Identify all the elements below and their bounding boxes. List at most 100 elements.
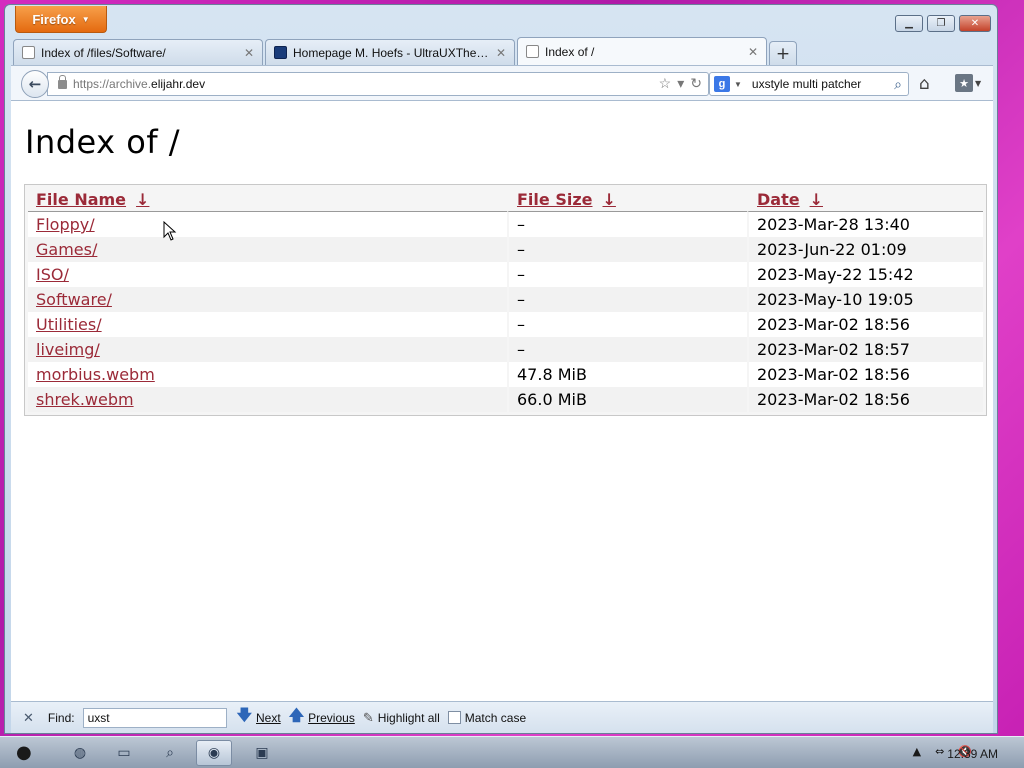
page-icon bbox=[526, 45, 539, 58]
file-size-cell: – bbox=[507, 237, 747, 262]
file-date-cell: 2023-Jun-22 01:09 bbox=[747, 237, 983, 262]
file-link[interactable]: Games/ bbox=[36, 240, 97, 259]
sort-arrow-icon[interactable]: ↓ bbox=[810, 190, 823, 209]
file-size-cell: – bbox=[507, 262, 747, 287]
search-input[interactable]: uxstyle multi patcher bbox=[746, 77, 890, 91]
tab-strip: Index of /files/Software/ ✕ Homepage M. … bbox=[13, 37, 797, 65]
tab-homepage-hoefs[interactable]: Homepage M. Hoefs - UltraUXTheme... ✕ bbox=[265, 39, 515, 65]
search-icon[interactable]: ⌕ bbox=[894, 76, 908, 93]
start-menu-apple-icon[interactable]: ● bbox=[16, 742, 32, 763]
back-button[interactable]: ← bbox=[21, 70, 49, 98]
page-content: Index of / File Name ↓ File Size ↓ Date ↓ F… bbox=[11, 101, 993, 701]
column-header-file-size[interactable]: File Size ↓ bbox=[507, 187, 747, 212]
file-date-cell: 2023-Mar-02 18:56 bbox=[747, 362, 983, 387]
table-header-row: File Name ↓ File Size ↓ Date ↓ bbox=[28, 187, 983, 212]
file-size-cell: 47.8 MiB bbox=[507, 362, 747, 387]
file-name-cell: morbius.webm bbox=[28, 362, 507, 387]
bookmarks-button[interactable]: ★ ▼ bbox=[955, 74, 981, 92]
file-name-cell: shrek.webm bbox=[28, 387, 507, 412]
sort-by-date-link[interactable]: Date bbox=[757, 190, 800, 209]
table-row: ISO/ – 2023-May-22 15:42 bbox=[28, 262, 983, 287]
network-icon[interactable]: ⇔ bbox=[935, 745, 944, 758]
table-row: shrek.webm 66.0 MiB 2023-Mar-02 18:56 bbox=[28, 387, 983, 412]
close-tab-icon[interactable]: ✕ bbox=[748, 45, 758, 59]
file-link[interactable]: liveimg/ bbox=[36, 340, 100, 359]
arrow-down-icon: 🡇 bbox=[236, 707, 253, 724]
file-name-cell: Software/ bbox=[28, 287, 507, 312]
table-row: morbius.webm 47.8 MiB 2023-Mar-02 18:56 bbox=[28, 362, 983, 387]
tab-index-software[interactable]: Index of /files/Software/ ✕ bbox=[13, 39, 263, 65]
sort-arrow-icon[interactable]: ↓ bbox=[136, 190, 149, 209]
taskbar-folder-icon[interactable]: ▭ bbox=[106, 740, 142, 766]
tray-expand-icon[interactable]: ▲ bbox=[913, 745, 921, 758]
match-case-checkbox[interactable] bbox=[447, 711, 461, 724]
file-link[interactable]: Software/ bbox=[36, 290, 112, 309]
firefox-menu-button[interactable]: Firefox ▼ bbox=[15, 6, 107, 33]
maximize-button[interactable]: ❐ bbox=[927, 15, 955, 32]
close-window-button[interactable]: ✕ bbox=[959, 15, 991, 32]
file-size-cell: 66.0 MiB bbox=[507, 387, 747, 412]
navigation-toolbar: https://archive.elijahr.dev ☆ ▾ ↻ ← g ▼ … bbox=[11, 65, 993, 101]
reload-icon[interactable]: ↻ bbox=[690, 75, 702, 92]
file-date-cell: 2023-Mar-28 13:40 bbox=[747, 212, 983, 237]
find-bar: ✕ Find: 🡇 Next 🡅 Previous ✎ Highlight al… bbox=[11, 701, 993, 733]
sort-by-size-link[interactable]: File Size bbox=[517, 190, 593, 209]
find-previous-button[interactable]: 🡅 Previous bbox=[289, 705, 355, 730]
tab-index-root[interactable]: Index of / ✕ bbox=[517, 37, 767, 65]
file-size-cell: – bbox=[507, 312, 747, 337]
lock-icon bbox=[58, 74, 67, 89]
close-tab-icon[interactable]: ✕ bbox=[244, 46, 254, 60]
highlight-all-button[interactable]: ✎ Highlight all bbox=[363, 710, 440, 726]
taskbar-globe-icon[interactable]: ◍ bbox=[62, 740, 98, 766]
home-icon[interactable]: ⌂ bbox=[919, 74, 930, 94]
file-name-cell: Floppy/ bbox=[28, 212, 507, 237]
file-date-cell: 2023-Mar-02 18:56 bbox=[747, 387, 983, 412]
page-title: Index of / bbox=[25, 123, 181, 161]
column-header-file-name[interactable]: File Name ↓ bbox=[28, 187, 507, 212]
page-icon bbox=[22, 46, 35, 59]
taskbar: ● ◍ ▭ ⌕ ◉ ▣ ▲ ⇔ 🔇 12:39 AM bbox=[0, 736, 1024, 768]
site-favicon-icon bbox=[274, 46, 287, 59]
file-link[interactable]: shrek.webm bbox=[36, 390, 134, 409]
column-header-date[interactable]: Date ↓ bbox=[747, 187, 983, 212]
match-case-option[interactable]: Match case bbox=[447, 711, 526, 725]
sort-arrow-icon[interactable]: ↓ bbox=[603, 190, 616, 209]
file-link[interactable]: Floppy/ bbox=[36, 215, 95, 234]
file-name-cell: Utilities/ bbox=[28, 312, 507, 337]
bookmarks-icon: ★ bbox=[955, 74, 973, 92]
search-bar[interactable]: g ▼ uxstyle multi patcher ⌕ bbox=[709, 72, 909, 96]
history-dropdown-icon[interactable]: ▾ bbox=[677, 75, 684, 92]
file-size-cell: – bbox=[507, 212, 747, 237]
url-prefix: https://archive. bbox=[73, 77, 152, 91]
table-row: Software/ – 2023-May-10 19:05 bbox=[28, 287, 983, 312]
file-date-cell: 2023-May-22 15:42 bbox=[747, 262, 983, 287]
file-name-cell: ISO/ bbox=[28, 262, 507, 287]
find-label: Find: bbox=[47, 710, 75, 725]
google-search-engine-icon[interactable]: g bbox=[714, 76, 730, 92]
bookmark-star-icon[interactable]: ☆ bbox=[659, 75, 672, 92]
minimize-button[interactable]: ▁ bbox=[895, 15, 923, 32]
sort-by-name-link[interactable]: File Name bbox=[36, 190, 126, 209]
find-input[interactable] bbox=[82, 707, 227, 728]
mouse-cursor-icon bbox=[163, 221, 177, 241]
file-name-cell: Games/ bbox=[28, 237, 507, 262]
search-engine-dropdown-icon[interactable]: ▼ bbox=[734, 80, 742, 89]
taskbar-firefox-icon[interactable]: ◉ bbox=[196, 740, 232, 766]
taskbar-app-icon[interactable]: ▣ bbox=[244, 740, 280, 766]
url-bar[interactable]: https://archive.elijahr.dev ☆ ▾ ↻ bbox=[47, 72, 709, 96]
file-link[interactable]: ISO/ bbox=[36, 265, 69, 284]
file-link[interactable]: Utilities/ bbox=[36, 315, 102, 334]
close-tab-icon[interactable]: ✕ bbox=[496, 46, 506, 60]
url-host: elijahr.dev bbox=[151, 77, 206, 91]
clock[interactable]: 12:39 AM bbox=[947, 747, 998, 761]
new-tab-button[interactable]: + bbox=[769, 41, 797, 65]
dropdown-arrow-icon: ▼ bbox=[975, 79, 982, 88]
file-date-cell: 2023-Mar-02 18:56 bbox=[747, 312, 983, 337]
table-row: liveimg/ – 2023-Mar-02 18:57 bbox=[28, 337, 983, 362]
file-name-cell: liveimg/ bbox=[28, 337, 507, 362]
file-link[interactable]: morbius.webm bbox=[36, 365, 155, 384]
tab-label: Index of /files/Software/ bbox=[41, 45, 166, 60]
close-find-bar-icon[interactable]: ✕ bbox=[23, 710, 34, 726]
taskbar-search-icon[interactable]: ⌕ bbox=[152, 740, 188, 766]
find-next-button[interactable]: 🡇 Next bbox=[237, 705, 281, 730]
